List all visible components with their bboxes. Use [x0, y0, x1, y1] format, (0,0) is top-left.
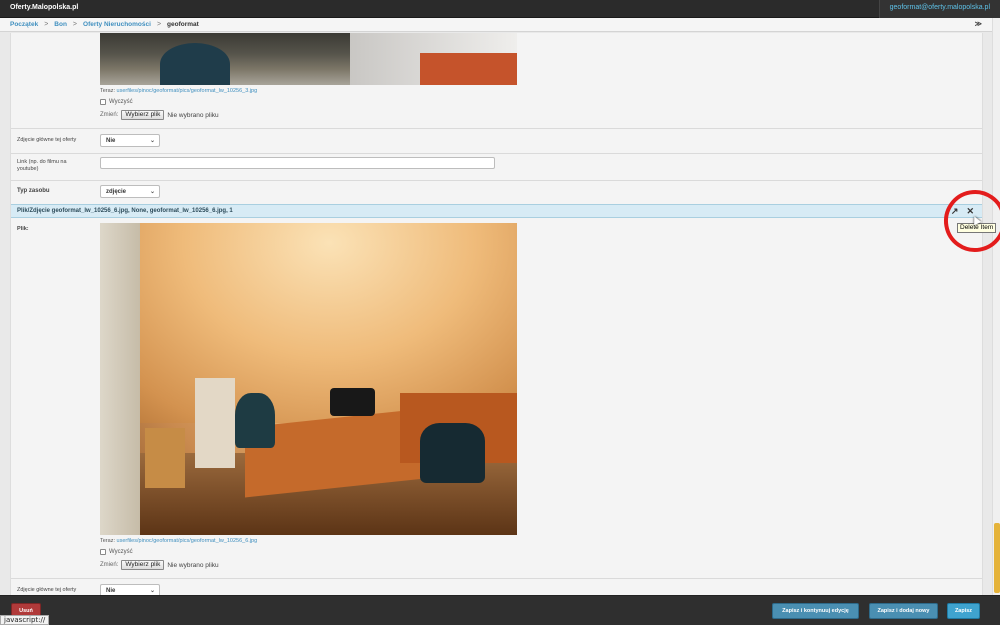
choose-file-button[interactable]: Wybierz plik	[121, 560, 165, 570]
user-email-link[interactable]: geoformat@oferty.malopolska.pl	[878, 0, 1000, 18]
breadcrumb-current: geoformat	[167, 21, 199, 28]
type-select[interactable]: zdjęcie ⌄	[100, 185, 160, 198]
inline-item-header: Plik/Zdjęcie geoformat_lw_10256_6.jpg, N…	[11, 204, 982, 218]
vertical-scrollbar[interactable]	[992, 18, 1000, 595]
type-row: Typ zasobu zdjęcie ⌄	[11, 180, 982, 204]
top-bar: Oferty.Malopolska.pl geoformat@oferty.ma…	[0, 0, 1000, 18]
current-file-link[interactable]: userfiles/pinoc/geoformat/pics/geoformat…	[117, 88, 258, 94]
type-label: Typ zasobu	[17, 188, 50, 194]
footer-toolbar: Usuń Zapisz i kontynuuj edycję Zapisz i …	[0, 595, 1000, 625]
main-photo-select[interactable]: Nie ⌄	[100, 584, 160, 595]
change-file-row: Zmień: Wybierz plik Nie wybrano pliku	[100, 110, 219, 120]
save-button[interactable]: Zapisz	[947, 603, 980, 619]
clear-label: Wyczyść	[109, 99, 133, 105]
file-label: Plik:	[17, 226, 29, 232]
collapse-toggle-icon[interactable]: ≫	[975, 20, 984, 28]
scrollbar-thumb[interactable]	[994, 523, 1000, 593]
change-label: Zmień:	[100, 112, 119, 118]
main-photo-select[interactable]: Nie ⌄	[100, 134, 160, 147]
breadcrumb-separator: >	[72, 21, 78, 28]
breadcrumb-link-bon[interactable]: Bon	[54, 21, 67, 28]
main-photo-row: Zdjęcie główne tej oferty Nie ⌄	[11, 578, 982, 595]
chevron-down-icon: ⌄	[149, 138, 155, 144]
main-content: Teraz: userfiles/pinoc/geoformat/pics/ge…	[0, 33, 992, 595]
clear-row: Wyczyść	[100, 549, 133, 555]
change-label: Zmień:	[100, 562, 119, 568]
clear-label: Wyczyść	[109, 549, 133, 555]
choose-file-button[interactable]: Wybierz plik	[121, 110, 165, 120]
delete-item-tooltip: Delete Item	[957, 223, 997, 233]
main-photo-row: Zdjęcie główne tej oferty Nie ⌄	[11, 128, 982, 153]
clear-row: Wyczyść	[100, 99, 133, 105]
photo-preview-2	[100, 223, 517, 535]
main-photo-label: Zdjęcie główne tej oferty	[17, 587, 77, 593]
breadcrumb-separator: >	[44, 21, 49, 28]
breadcrumb-link-home[interactable]: Początek	[10, 21, 38, 28]
main-photo-value: Nie	[106, 138, 116, 144]
inline-items-panel: Teraz: userfiles/pinoc/geoformat/pics/ge…	[10, 33, 983, 595]
main-photo-label: Zdjęcie główne tej oferty	[17, 137, 77, 143]
save-continue-button[interactable]: Zapisz i kontynuuj edycję	[772, 603, 859, 619]
photo-preview-1	[100, 33, 517, 85]
chevron-down-icon: ⌄	[149, 189, 155, 195]
type-value: zdjęcie	[106, 189, 127, 195]
link-row: Link (np. do filmu na youtube)	[11, 153, 982, 180]
no-file-text: Nie wybrano pliku	[167, 111, 219, 119]
current-file-row: Teraz: userfiles/pinoc/geoformat/pics/ge…	[100, 88, 257, 94]
browser-status-url: javascript://	[0, 615, 50, 625]
no-file-text: Nie wybrano pliku	[167, 561, 219, 569]
brand-title[interactable]: Oferty.Malopolska.pl	[10, 4, 78, 11]
link-input[interactable]	[100, 157, 495, 169]
breadcrumb: Początek > Bon > Oferty Nieruchomości > geofor…	[0, 18, 992, 32]
breadcrumb-link-offers[interactable]: Oferty Nieruchomości	[83, 21, 151, 28]
current-label: Teraz:	[100, 88, 115, 94]
chevron-down-icon: ⌄	[149, 588, 155, 594]
current-label: Teraz:	[100, 538, 115, 544]
current-file-link[interactable]: userfiles/pinoc/geoformat/pics/geoformat…	[117, 538, 258, 544]
clear-checkbox[interactable]	[100, 549, 106, 555]
change-file-row: Zmień: Wybierz plik Nie wybrano pliku	[100, 560, 219, 570]
clear-checkbox[interactable]	[100, 99, 106, 105]
save-add-new-button[interactable]: Zapisz i dodaj nowy	[869, 603, 938, 619]
main-photo-value: Nie	[106, 588, 116, 594]
inline-item-title: Plik/Zdjęcie geoformat_lw_10256_6.jpg, N…	[17, 208, 233, 214]
current-file-row: Teraz: userfiles/pinoc/geoformat/pics/ge…	[100, 538, 257, 544]
breadcrumb-separator: >	[156, 21, 162, 28]
link-label: Link (np. do filmu na youtube)	[17, 159, 67, 172]
